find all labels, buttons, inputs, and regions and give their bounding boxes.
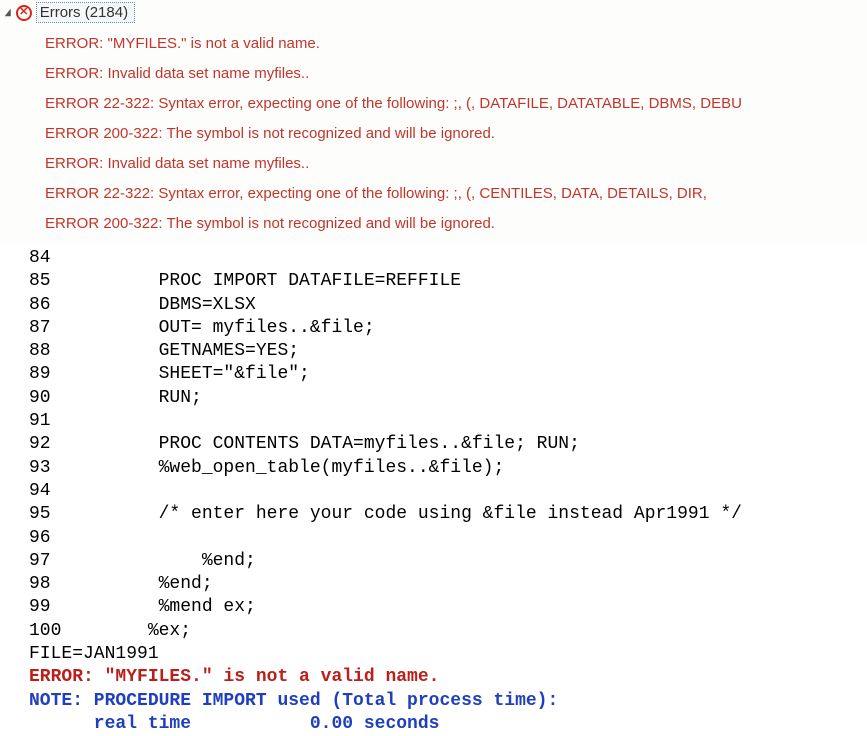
error-message[interactable]: ERROR 200-322: The symbol is not recogni… (45, 119, 867, 149)
code-line: 91 (29, 410, 867, 433)
code-line: 88 GETNAMES=YES; (29, 340, 867, 363)
error-message[interactable]: ERROR: Invalid data set name myfiles.. (45, 59, 867, 89)
code-line: 90 RUN; (29, 387, 867, 410)
error-list: ERROR: "MYFILES." is not a valid name.ER… (0, 27, 867, 245)
code-line: 93 %web_open_table(myfiles..&file); (29, 457, 867, 480)
code-line: 99 %mend ex; (29, 596, 867, 619)
code-line: 97 %end; (29, 550, 867, 573)
code-line: 86 DBMS=XLSX (29, 294, 867, 317)
code-line: 85 PROC IMPORT DATAFILE=REFFILE (29, 270, 867, 293)
code-line: 94 (29, 480, 867, 503)
errors-header[interactable]: ◢ ✕ Errors (2184) (0, 0, 867, 27)
code-line: 98 %end; (29, 573, 867, 596)
error-message[interactable]: ERROR: "MYFILES." is not a valid name. (45, 29, 867, 59)
error-message[interactable]: ERROR: Invalid data set name myfiles.. (45, 149, 867, 179)
error-message[interactable]: ERROR 200-322: The symbol is not recogni… (45, 209, 867, 239)
code-line: 95 /* enter here your code using &file i… (29, 503, 867, 526)
code-line: 100 %ex; (29, 620, 867, 643)
error-icon: ✕ (16, 5, 32, 21)
code-line: 92 PROC CONTENTS DATA=myfiles..&file; RU… (29, 433, 867, 456)
code-line: 84 (29, 247, 867, 270)
collapse-icon[interactable]: ◢ (3, 7, 11, 18)
code-line: 87 OUT= myfiles..&file; (29, 317, 867, 340)
code-line: 89 SHEET="&file"; (29, 363, 867, 386)
log-error-line: ERROR: "MYFILES." is not a valid name. (29, 666, 867, 689)
errors-count-label[interactable]: Errors (2184) (36, 2, 135, 23)
log-timing-line: real time 0.00 seconds (29, 713, 867, 736)
error-message[interactable]: ERROR 22-322: Syntax error, expecting on… (45, 89, 867, 119)
code-log-block: 84 85 PROC IMPORT DATAFILE=REFFILE86 DBM… (0, 245, 867, 736)
error-message[interactable]: ERROR 22-322: Syntax error, expecting on… (45, 179, 867, 209)
log-note-line: NOTE: PROCEDURE IMPORT used (Total proce… (29, 690, 867, 713)
code-line: 96 (29, 527, 867, 550)
log-file-line: FILE=JAN1991 (29, 643, 867, 666)
